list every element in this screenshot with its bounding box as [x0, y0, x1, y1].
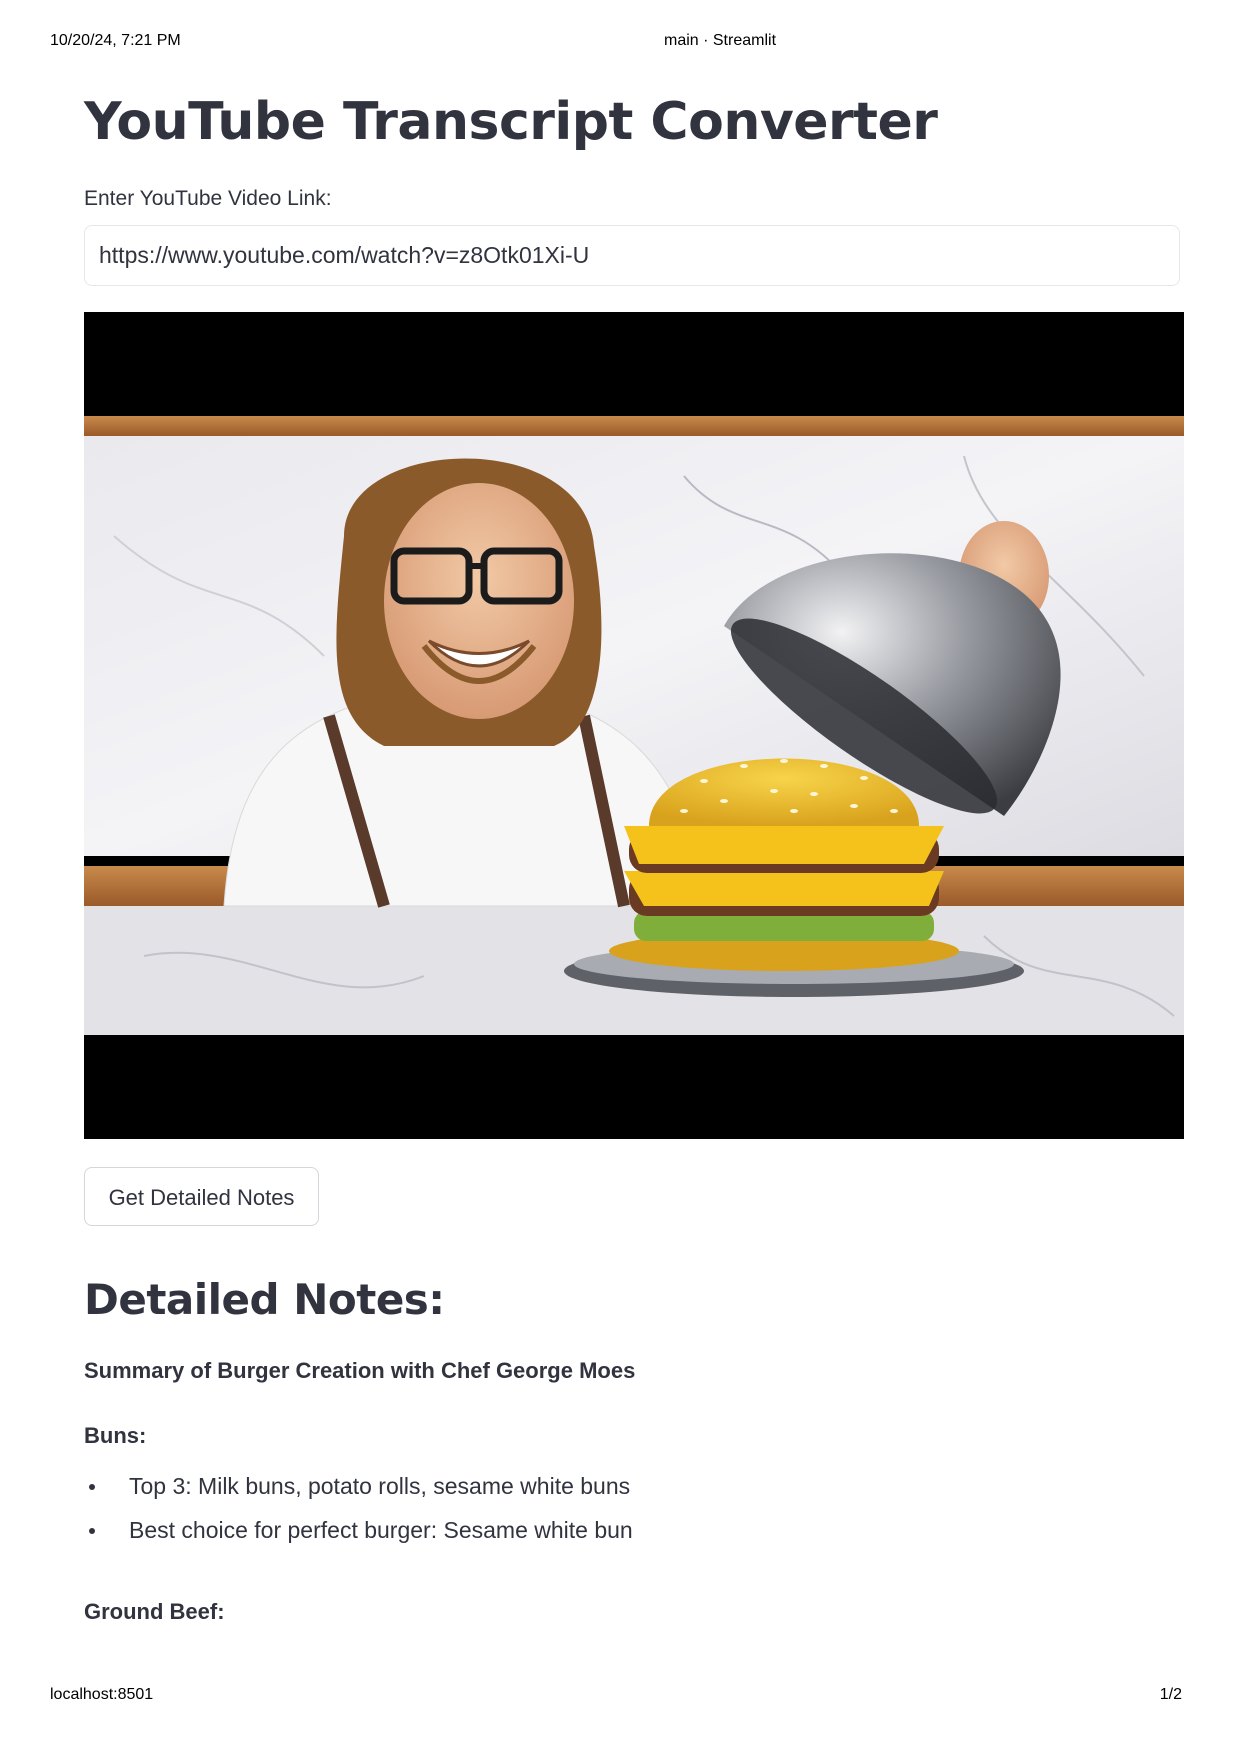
section-heading-ground-beef: Ground Beef:	[84, 1599, 225, 1624]
list-item: Top 3: Milk buns, potato rolls, sesame w…	[84, 1471, 633, 1515]
print-url: localhost:8501	[50, 1686, 154, 1703]
print-header: 10/20/24, 7:21 PM main · Streamlit	[0, 32, 1240, 54]
print-footer: localhost:8501 1/2	[0, 1686, 1240, 1708]
get-detailed-notes-button[interactable]: Get Detailed Notes	[84, 1167, 319, 1226]
video-link-input[interactable]	[84, 225, 1180, 286]
list-item: Best choice for perfect burger: Sesame w…	[84, 1515, 633, 1559]
notes-heading: Detailed Notes:	[84, 1275, 445, 1324]
page-title: YouTube Transcript Converter	[84, 92, 938, 152]
print-page-title: main · Streamlit	[663, 32, 777, 49]
notes-summary-title: Summary of Burger Creation with Chef Geo…	[84, 1358, 636, 1383]
video-thumbnail[interactable]	[84, 312, 1184, 1139]
thumbnail-image	[84, 416, 1184, 1035]
video-link-label: Enter YouTube Video Link:	[84, 187, 332, 210]
buns-list: Top 3: Milk buns, potato rolls, sesame w…	[84, 1471, 633, 1559]
print-page-number: 1/2	[1159, 1686, 1182, 1703]
section-heading-buns: Buns:	[84, 1423, 147, 1448]
